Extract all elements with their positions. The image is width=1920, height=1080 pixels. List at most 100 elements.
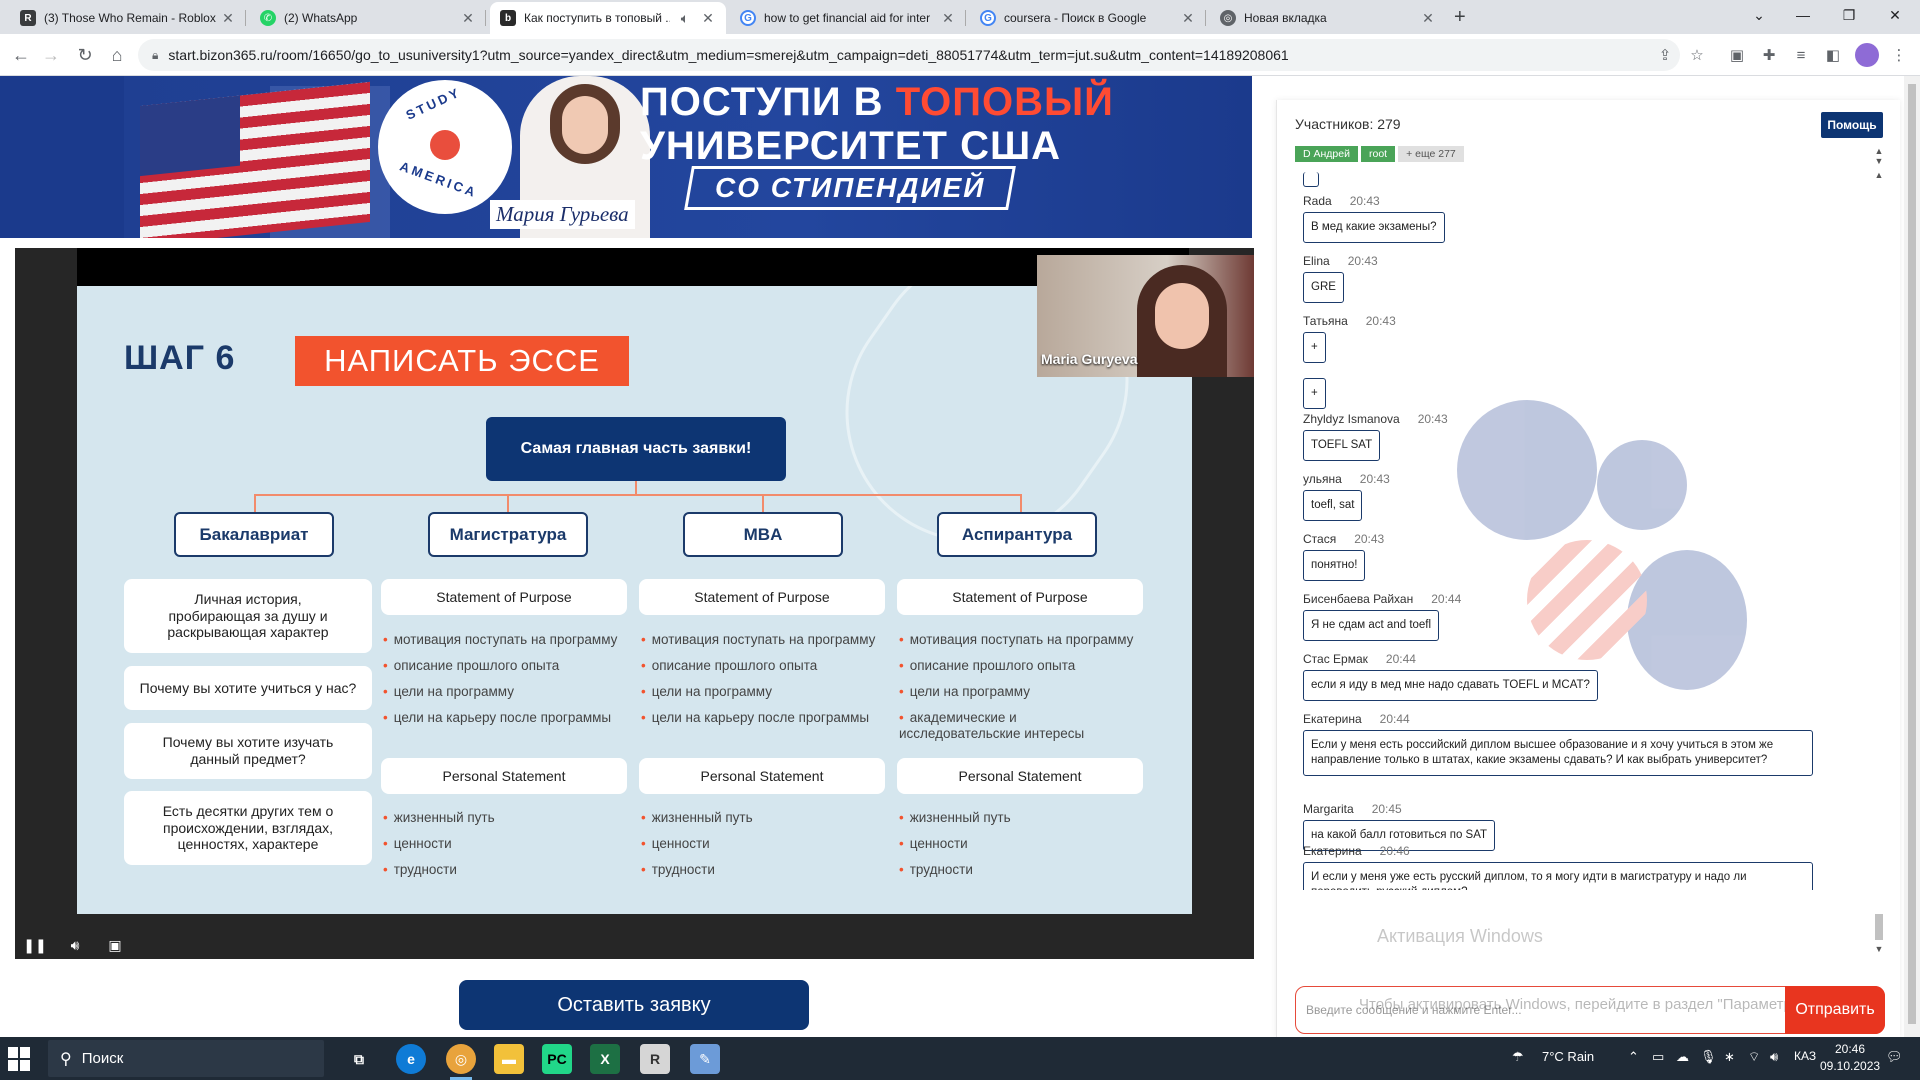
pycharm-icon[interactable]: PC: [542, 1044, 572, 1074]
back-arrow-icon[interactable]: ←: [8, 42, 34, 68]
pause-icon[interactable]: ❚❚: [15, 937, 55, 954]
close-tab-icon[interactable]: ✕: [1420, 10, 1436, 27]
url-text: start.bizon365.ru/room/16650/go_to_usuni…: [168, 47, 1289, 63]
share-icon[interactable]: ⇪: [1654, 44, 1676, 66]
sop-card: Statement of Purpose: [381, 579, 627, 615]
close-tab-icon[interactable]: ✕: [700, 10, 716, 27]
more-participants-tag[interactable]: + еще 277: [1398, 146, 1464, 162]
scroll-up-arrow-icon[interactable]: ▲: [1873, 170, 1885, 180]
taskbar-clock[interactable]: 20:46 09.10.2023: [1820, 1041, 1880, 1075]
sop-bullet: описание прошлого опыта: [383, 658, 560, 673]
chrome-taskbar-icon[interactable]: ◎: [446, 1044, 476, 1080]
restore-icon[interactable]: ❐: [1826, 0, 1872, 30]
minimize-icon[interactable]: —: [1780, 0, 1826, 30]
volume-icon[interactable]: 🔊︎: [55, 937, 95, 954]
sop-bullet: описание прошлого опыта: [641, 658, 818, 673]
reload-icon[interactable]: ↻: [72, 42, 98, 68]
sop-bullet: мотивация поступать на программу: [641, 632, 876, 647]
browser-toolbar: ← → ↻ ⌂ 🔒︎ start.bizon365.ru/room/16650/…: [0, 34, 1920, 76]
scroll-down-arrow-icon[interactable]: ▼: [1873, 944, 1885, 954]
ps-bullet: трудности: [641, 862, 715, 877]
close-tab-icon[interactable]: ✕: [460, 10, 476, 27]
new-tab-plus-icon[interactable]: +: [1454, 6, 1466, 29]
windows-taskbar: ⚲ Поиск ⧉ e ◎ ▬ PC X R ✎ ☂︎ 7°C Rain ⌃ ▭…: [0, 1037, 1920, 1080]
tab-new-tab[interactable]: ◎ Новая вкладка ✕: [1210, 2, 1446, 34]
close-tab-icon[interactable]: ✕: [220, 10, 236, 27]
puzzle-extensions-icon[interactable]: ✚: [1758, 44, 1780, 66]
close-tab-icon[interactable]: ✕: [940, 10, 956, 27]
microphone-icon[interactable]: 🎙︎: [1700, 1049, 1717, 1065]
chat-scrollbar[interactable]: ▲ ▼ ▲ ▼: [1873, 146, 1885, 966]
ps-bullet: жизненный путь: [899, 810, 1011, 825]
windows-activation-text: Чтобы активировать Windows, перейдите в …: [1359, 996, 1813, 1013]
bookmark-star-icon[interactable]: ☆: [1686, 44, 1708, 66]
tab-bizon-active[interactable]: b Как поступить в топовый ... 🔈︎ ✕: [490, 2, 726, 34]
taskbar-search[interactable]: ⚲ Поиск: [48, 1040, 324, 1077]
file-explorer-icon[interactable]: ▬: [494, 1044, 524, 1074]
tab-search-chevron-icon[interactable]: ⌄: [1736, 0, 1782, 30]
whatsapp-icon: ✆: [260, 10, 276, 26]
ps-bullet: ценности: [899, 836, 968, 851]
ps-bullet: жизненный путь: [641, 810, 753, 825]
address-bar[interactable]: 🔒︎ start.bizon365.ru/room/16650/go_to_us…: [138, 39, 1680, 71]
apply-button[interactable]: Оставить заявку: [459, 980, 809, 1030]
scroll-down-arrow-icon[interactable]: ▼: [1873, 156, 1885, 166]
help-button[interactable]: Помощь: [1821, 112, 1883, 138]
side-panel-icon[interactable]: ◧: [1822, 44, 1844, 66]
home-icon[interactable]: ⌂: [104, 42, 130, 68]
reading-list-icon[interactable]: ≡: [1790, 44, 1812, 66]
task-view-icon[interactable]: ⧉: [344, 1044, 374, 1074]
chat-message: [1303, 172, 1319, 192]
more-menu-icon[interactable]: ⋮: [1888, 44, 1910, 66]
windows-start-icon[interactable]: [8, 1047, 32, 1071]
sop-bullet: описание прошлого опыта: [899, 658, 1076, 673]
category-phd: Аспирантура: [937, 512, 1097, 557]
onedrive-icon[interactable]: ☁︎: [1676, 1049, 1689, 1065]
lock-icon[interactable]: 🔒︎: [152, 48, 158, 63]
study-america-logo: STUDY AMERICA: [378, 80, 512, 214]
page-scrollbar[interactable]: [1904, 76, 1920, 1037]
profile-avatar[interactable]: [1855, 43, 1879, 67]
mute-tab-icon[interactable]: 🔈︎: [670, 10, 700, 27]
tray-app-icon[interactable]: ▭: [1652, 1049, 1664, 1065]
notifications-icon[interactable]: 💬︎: [1886, 1049, 1903, 1065]
webinar-page: STUDY AMERICA Мария Гурьева ПОСТУПИ В ТО…: [0, 76, 1920, 1037]
edge-icon[interactable]: e: [396, 1044, 426, 1074]
language-indicator[interactable]: КАЗ: [1794, 1049, 1816, 1063]
scroll-up-arrow-icon[interactable]: ▲: [1873, 146, 1885, 156]
tab-roblox[interactable]: R (3) Those Who Remain - Roblox ✕: [10, 2, 246, 34]
tab-title: Как поступить в топовый ...: [524, 11, 670, 25]
close-tab-icon[interactable]: ✕: [1180, 10, 1196, 27]
video-controls: ❚❚ 🔊︎ ▣: [15, 931, 1254, 959]
extension-icon[interactable]: ▣: [1726, 44, 1748, 66]
close-window-icon[interactable]: ✕: [1872, 0, 1918, 30]
picture-in-picture-icon[interactable]: ▣: [95, 937, 135, 954]
show-hidden-icons-chevron-icon[interactable]: ⌃: [1628, 1049, 1639, 1065]
tab-google-coursera[interactable]: G coursera - Поиск в Google ✕: [970, 2, 1206, 34]
weather-icon[interactable]: ☂︎: [1512, 1049, 1524, 1065]
roblox-taskbar-icon[interactable]: R: [640, 1044, 670, 1074]
taskbar-search-label: Поиск: [81, 1050, 124, 1067]
forward-arrow-icon[interactable]: →: [38, 42, 64, 68]
participants-count: Участников: 279: [1295, 116, 1401, 132]
bluetooth-icon[interactable]: ∗: [1724, 1049, 1735, 1065]
tab-google-financial-aid[interactable]: G how to get financial aid for inter ✕: [730, 2, 966, 34]
participant-tag[interactable]: D Андрей: [1295, 146, 1358, 162]
search-icon: ⚲: [60, 1050, 72, 1068]
presentation-slide: ШАГ 6 НАПИСАТЬ ЭССЕ Самая главная часть …: [77, 286, 1192, 914]
roblox-studio-icon[interactable]: ✎: [690, 1044, 720, 1074]
chat-messages[interactable]: Rada 20:43 В мед какие экзамены? Elina 20:…: [1277, 170, 1897, 890]
volume-tray-icon[interactable]: 🔊︎: [1770, 1049, 1778, 1065]
excel-icon[interactable]: X: [590, 1044, 620, 1074]
wifi-icon[interactable]: ⌔: [1748, 1049, 1760, 1065]
tab-whatsapp[interactable]: ✆ (2) WhatsApp ✕: [250, 2, 486, 34]
participant-tag[interactable]: root: [1360, 146, 1396, 162]
chat-message: Бисенбаева Райхан 20:44 Я не сдам act and…: [1303, 592, 1461, 641]
sop-bullet: цели на программу: [383, 684, 514, 699]
tab-title: (3) Those Who Remain - Roblox: [44, 11, 216, 25]
send-button[interactable]: Отправить: [1785, 986, 1885, 1034]
weather-text[interactable]: 7°C Rain: [1542, 1049, 1594, 1064]
chat-message: Zhyldyz Ismanova 20:43 TOEFL SAT: [1303, 412, 1448, 461]
chat-message: ульяна 20:43 toefl, sat: [1303, 472, 1390, 521]
sop-bullet: мотивация поступать на программу: [899, 632, 1134, 647]
